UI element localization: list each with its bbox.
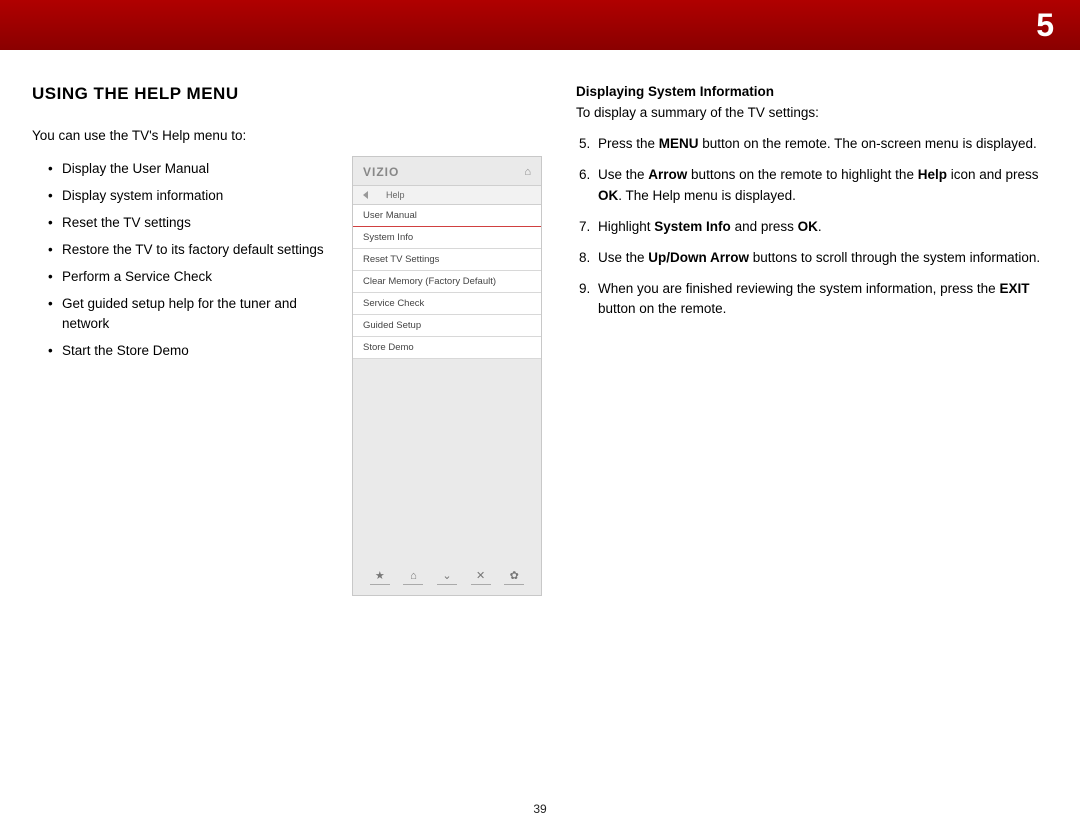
tv-menu-item: System Info	[353, 227, 541, 249]
page-number: 39	[533, 802, 546, 816]
tv-menu-item: User Manual	[353, 205, 541, 227]
list-item: Start the Store Demo	[48, 341, 324, 362]
tv-header: VIZIO ⌂	[353, 157, 541, 185]
close-icon: ✕	[471, 569, 491, 585]
tv-menu-item: Service Check	[353, 293, 541, 315]
section-title: USING THE HELP MENU	[32, 84, 324, 104]
list-item: Perform a Service Check	[48, 267, 324, 288]
intro-text: You can use the TV's Help menu to:	[32, 126, 324, 147]
star-icon: ★	[370, 569, 390, 585]
list-item: Display system information	[48, 186, 324, 207]
step-item: Use the Up/Down Arrow buttons to scroll …	[594, 248, 1048, 269]
step-item: Use the Arrow buttons on the remote to h…	[594, 165, 1048, 207]
tv-menu-items: User Manual System Info Reset TV Setting…	[353, 205, 541, 359]
subsection-intro: To display a summary of the TV settings:	[576, 103, 1048, 124]
list-item: Restore the TV to its factory default se…	[48, 240, 324, 261]
breadcrumb-label: Help	[386, 190, 405, 200]
list-item: Get guided setup help for the tuner and …	[48, 294, 324, 336]
tv-menu-item: Store Demo	[353, 337, 541, 359]
tv-menu-item: Guided Setup	[353, 315, 541, 337]
window-icon: ⌂	[403, 570, 423, 585]
tv-breadcrumb: Help	[353, 185, 541, 205]
home-icon: ⌂	[524, 166, 531, 178]
list-item: Display the User Manual	[48, 159, 324, 180]
step-item: Highlight System Info and press OK.	[594, 217, 1048, 238]
tv-screenshot-column: VIZIO ⌂ Help User Manual System Info Res…	[352, 84, 548, 596]
tv-menu-item: Clear Memory (Factory Default)	[353, 271, 541, 293]
tv-menu-item: Reset TV Settings	[353, 249, 541, 271]
list-item: Reset the TV settings	[48, 213, 324, 234]
step-item: Press the MENU button on the remote. The…	[594, 134, 1048, 155]
tv-spacer	[353, 359, 541, 561]
step-item: When you are finished reviewing the syst…	[594, 279, 1048, 321]
page-body: USING THE HELP MENU You can use the TV's…	[0, 50, 1080, 596]
chapter-number: 5	[1036, 7, 1054, 44]
tv-menu-panel: VIZIO ⌂ Help User Manual System Info Res…	[352, 156, 542, 596]
right-column: Displaying System Information To display…	[576, 84, 1048, 596]
left-column: USING THE HELP MENU You can use the TV's…	[32, 84, 324, 596]
gear-icon: ✿	[504, 569, 524, 585]
bullet-list: Display the User Manual Display system i…	[32, 159, 324, 362]
chevron-down-icon: ⌄	[437, 569, 457, 585]
step-list: Press the MENU button on the remote. The…	[576, 134, 1048, 320]
chapter-header: 5	[0, 0, 1080, 50]
tv-footer: ★ ⌂ ⌄ ✕ ✿	[353, 561, 541, 595]
back-arrow-icon	[363, 191, 368, 199]
subsection-title: Displaying System Information	[576, 84, 1048, 99]
vizio-logo: VIZIO	[363, 165, 399, 179]
